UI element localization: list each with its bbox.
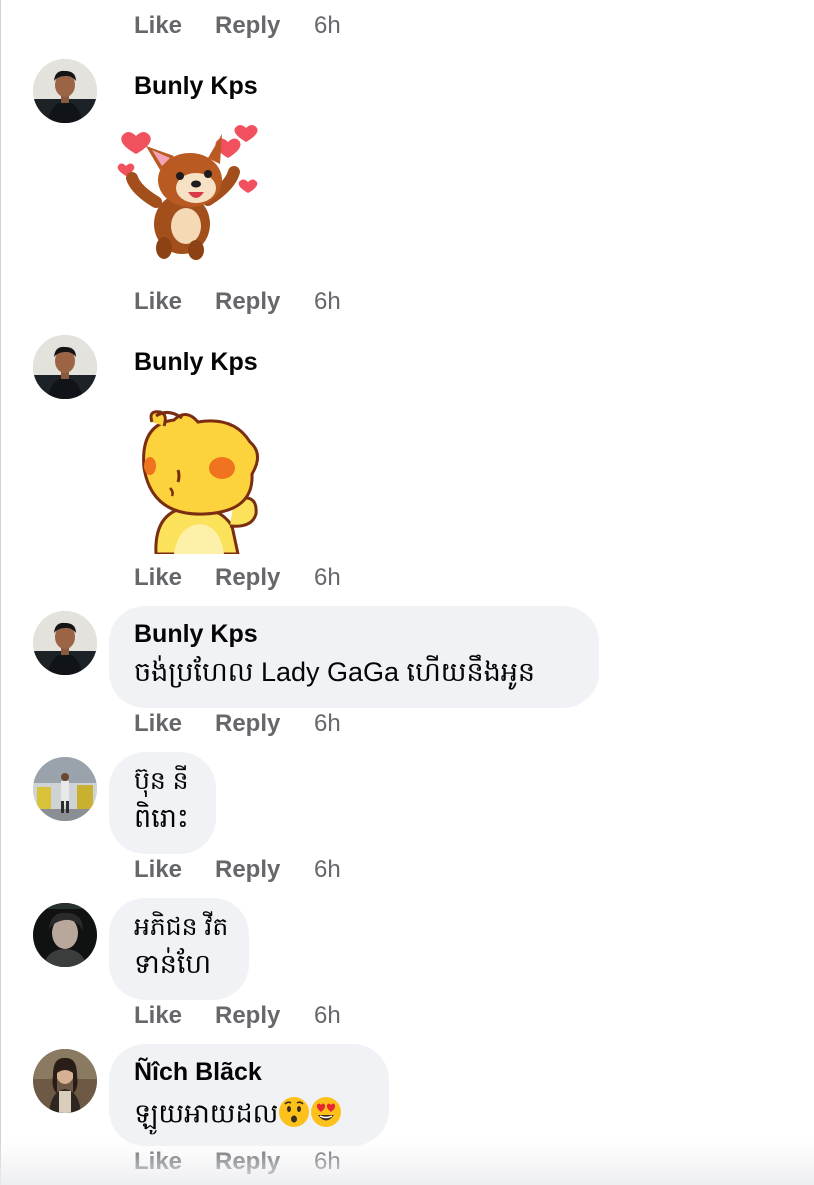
comment-bubble: អភិជន វីត ទាន់ហែ [109, 898, 249, 1000]
comment-text: ឡូយអាយដល [134, 1098, 279, 1129]
avatar[interactable] [33, 335, 97, 399]
like-button[interactable]: Like [134, 710, 182, 738]
reply-button[interactable]: Reply [215, 288, 280, 316]
timestamp[interactable]: 6h [314, 12, 341, 40]
left-border [0, 0, 1, 1185]
like-button[interactable]: Like [134, 564, 182, 592]
comment-text: ចង់ប្រហែល Lady GaGa ហើយនឹងអូន [134, 657, 536, 687]
heart-eyes-emoji [310, 1096, 342, 1135]
avatar[interactable] [33, 903, 97, 967]
comment-author[interactable]: Bunly Kps [134, 348, 258, 377]
scroll-fade-overlay [0, 1140, 814, 1185]
like-button[interactable]: Like [134, 288, 182, 316]
avatar[interactable] [33, 59, 97, 123]
timestamp[interactable]: 6h [314, 1148, 341, 1176]
timestamp[interactable]: 6h [314, 710, 341, 738]
comment-text: ទាន់ហែ [134, 949, 212, 979]
timestamp[interactable]: 6h [314, 288, 341, 316]
comment-author[interactable]: អភិជន វីត [134, 912, 228, 948]
comment-text: ពិរោះ [134, 803, 189, 833]
comment-author[interactable]: Bunly Kps [134, 620, 258, 649]
timestamp[interactable]: 6h [314, 564, 341, 592]
reply-button[interactable]: Reply [215, 1002, 280, 1030]
timestamp[interactable]: 6h [314, 1002, 341, 1030]
comment-author[interactable]: ប៊ុន នី [134, 766, 189, 802]
avatar[interactable] [33, 1049, 97, 1113]
yellow-chick-sticker [134, 396, 266, 559]
timestamp[interactable]: 6h [314, 856, 341, 884]
avatar[interactable] [33, 611, 97, 675]
like-button[interactable]: Like [134, 1002, 182, 1030]
like-button[interactable]: Like [134, 12, 182, 40]
comment-text-row: ឡូយអាយដល [134, 1096, 342, 1137]
comment-bubble: Ñîch Blãck ឡូយអាយដល [109, 1044, 389, 1146]
reply-button[interactable]: Reply [215, 1148, 280, 1176]
hushed-face-emoji [278, 1096, 310, 1135]
reply-button[interactable]: Reply [215, 564, 280, 592]
like-button[interactable]: Like [134, 856, 182, 884]
comment-author[interactable]: Ñîch Blãck [134, 1058, 262, 1087]
reply-button[interactable]: Reply [215, 12, 280, 40]
comment-author[interactable]: Bunly Kps [134, 72, 258, 101]
comment-bubble: Bunly Kps ចង់ប្រហែល Lady GaGa ហើយនឹងអូន [109, 606, 599, 708]
like-button[interactable]: Like [134, 1148, 182, 1176]
comment-bubble: ប៊ុន នី ពិរោះ [109, 752, 216, 854]
avatar[interactable] [33, 757, 97, 821]
reply-button[interactable]: Reply [215, 856, 280, 884]
reply-button[interactable]: Reply [215, 710, 280, 738]
corgi-hearts-sticker [116, 124, 262, 269]
